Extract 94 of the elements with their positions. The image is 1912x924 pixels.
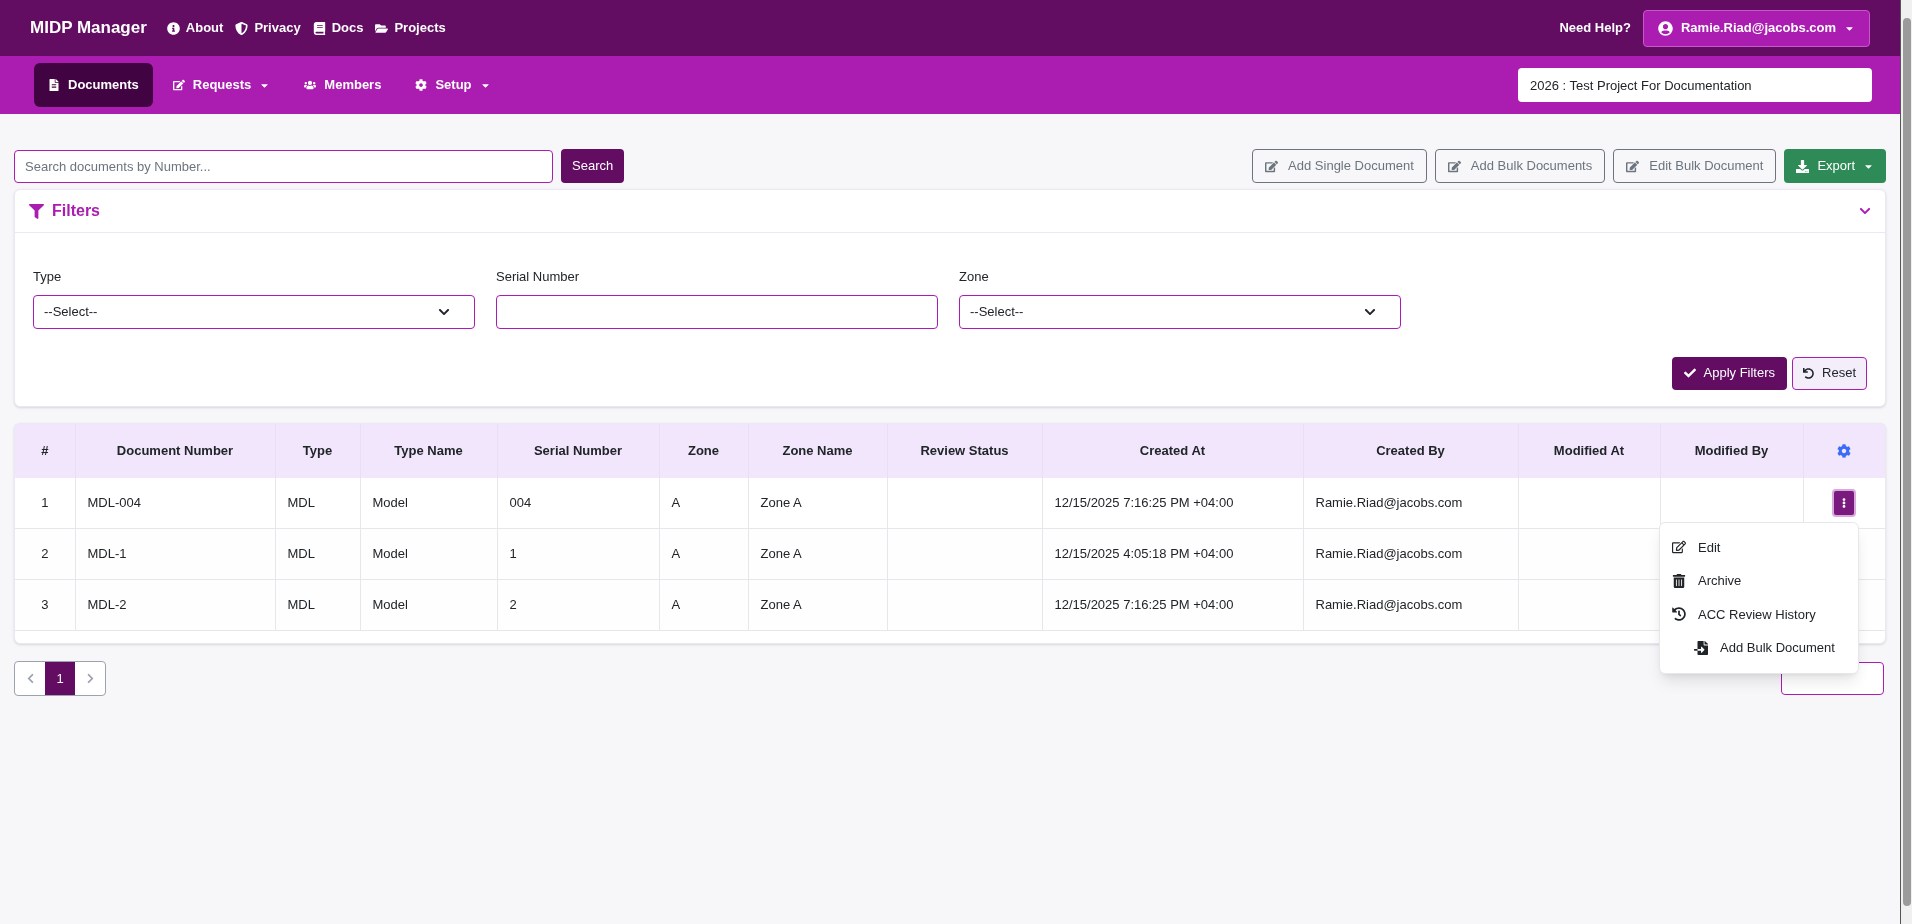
table-cell: 1 — [15, 477, 75, 529]
column-header: Serial Number — [497, 423, 659, 478]
column-header: Review Status — [887, 423, 1042, 478]
nav-tab[interactable]: Members — [290, 63, 396, 107]
table-cell: 12/15/2025 4:05:18 PM +04:00 — [1042, 528, 1303, 580]
top-nav-link[interactable]: Projects — [375, 18, 446, 38]
table-cell: Zone A — [748, 579, 887, 631]
edit-icon — [1265, 159, 1279, 173]
download-icon — [1796, 159, 1810, 173]
field-label: Serial Number — [496, 268, 581, 286]
filters-title: Filters — [52, 201, 100, 221]
table-cell: MDL-1 — [75, 528, 275, 580]
search-button[interactable]: Search — [561, 149, 625, 183]
table-cell: Zone A — [748, 528, 887, 580]
trash-icon — [1672, 573, 1686, 588]
table-cell: MDL — [275, 579, 360, 631]
column-header: Type Name — [360, 423, 497, 478]
filters-header[interactable]: Filters — [15, 190, 1885, 233]
settings-icon[interactable] — [1837, 444, 1852, 459]
column-header: Modified At — [1518, 423, 1660, 478]
shield-icon — [235, 21, 249, 35]
file-import-icon — [1694, 640, 1708, 655]
table-cell: 2 — [497, 579, 659, 631]
top-nav-link[interactable]: Docs — [312, 18, 364, 38]
table-cell: MDL — [275, 528, 360, 580]
table-cell: Model — [360, 579, 497, 631]
table-cell: A — [659, 477, 748, 529]
table-cell: Ramie.Riad@jacobs.com — [1303, 579, 1518, 631]
column-header: # — [15, 423, 75, 478]
brand-title: MIDP Manager — [30, 17, 147, 40]
undo-icon — [1803, 367, 1815, 379]
book-icon — [312, 21, 326, 35]
action-button[interactable]: Edit Bulk Document — [1613, 149, 1777, 183]
table-cell: Model — [360, 477, 497, 529]
help-link[interactable]: Need Help? — [1559, 18, 1631, 38]
table-cell: 1 — [497, 528, 659, 580]
table-cell: 004 — [497, 477, 659, 529]
user-menu-button[interactable]: Ramie.Riad@jacobs.com — [1643, 9, 1870, 47]
menu-item[interactable]: Add Bulk Document — [1660, 631, 1858, 665]
menu-item[interactable]: ACC Review History — [1660, 597, 1858, 631]
table-cell: Model — [360, 528, 497, 580]
row-actions-button[interactable] — [1832, 488, 1857, 517]
table-cell: A — [659, 528, 748, 580]
column-header: Modified By — [1660, 423, 1803, 478]
search-field[interactable]: Search documents by Number... — [14, 149, 553, 183]
check-icon — [1683, 367, 1696, 379]
project-field[interactable]: 2026 : Test Project For Documentation — [1518, 68, 1872, 102]
table-cell: Ramie.Riad@jacobs.com — [1303, 528, 1518, 580]
reset-button[interactable]: Reset — [1792, 356, 1867, 390]
column-header: Type — [275, 423, 360, 478]
column-header: Created By — [1303, 423, 1518, 478]
edit-icon — [1672, 540, 1686, 555]
nav-tab[interactable]: Documents — [34, 63, 153, 107]
user-icon — [1658, 20, 1673, 36]
edit-icon — [1626, 159, 1640, 173]
select-field[interactable]: --Select-- — [33, 294, 475, 329]
users-icon — [304, 79, 317, 91]
table-cell: 12/15/2025 7:16:25 PM +04:00 — [1042, 579, 1303, 631]
info-icon — [166, 21, 180, 35]
field-label: Zone — [959, 268, 990, 286]
edit-icon — [1447, 159, 1461, 173]
filter-icon — [29, 203, 44, 219]
folder-icon — [375, 21, 389, 35]
column-header: Created At — [1042, 423, 1303, 478]
column-header: Zone Name — [748, 423, 887, 478]
select-field[interactable]: --Select-- — [959, 294, 1401, 329]
table-cell: 3 — [15, 579, 75, 631]
text-field[interactable] — [496, 294, 938, 329]
column-header: Zone — [659, 423, 748, 478]
page-button[interactable]: 1 — [45, 662, 75, 695]
top-nav-link[interactable]: Privacy — [235, 18, 301, 38]
table-cell: MDL-004 — [75, 477, 275, 529]
table-cell: A — [659, 579, 748, 631]
action-button[interactable]: Add Bulk Documents — [1434, 149, 1606, 183]
export-button[interactable]: Export — [1784, 149, 1886, 183]
gear-icon — [415, 79, 428, 91]
edit-icon — [172, 79, 185, 91]
table-cell: Ramie.Riad@jacobs.com — [1303, 477, 1518, 529]
top-nav-link[interactable]: About — [166, 18, 224, 38]
table-cell: MDL-2 — [75, 579, 275, 631]
table-cell: 2 — [15, 528, 75, 580]
table-cell: Zone A — [748, 477, 887, 529]
apply-filters-button[interactable]: Apply Filters — [1671, 356, 1788, 390]
field-label: Type — [33, 268, 63, 286]
table-cell: MDL — [275, 477, 360, 529]
nav-tab[interactable]: Requests — [158, 63, 285, 107]
action-button[interactable]: Add Single Document — [1252, 149, 1427, 183]
history-icon — [1672, 607, 1686, 622]
column-header: Document Number — [75, 423, 275, 478]
menu-item[interactable]: Edit — [1660, 530, 1858, 564]
table-cell: 12/15/2025 7:16:25 PM +04:00 — [1042, 477, 1303, 529]
menu-item[interactable]: Archive — [1660, 564, 1858, 598]
document-icon — [48, 79, 60, 91]
nav-tab[interactable]: Setup — [401, 63, 505, 107]
